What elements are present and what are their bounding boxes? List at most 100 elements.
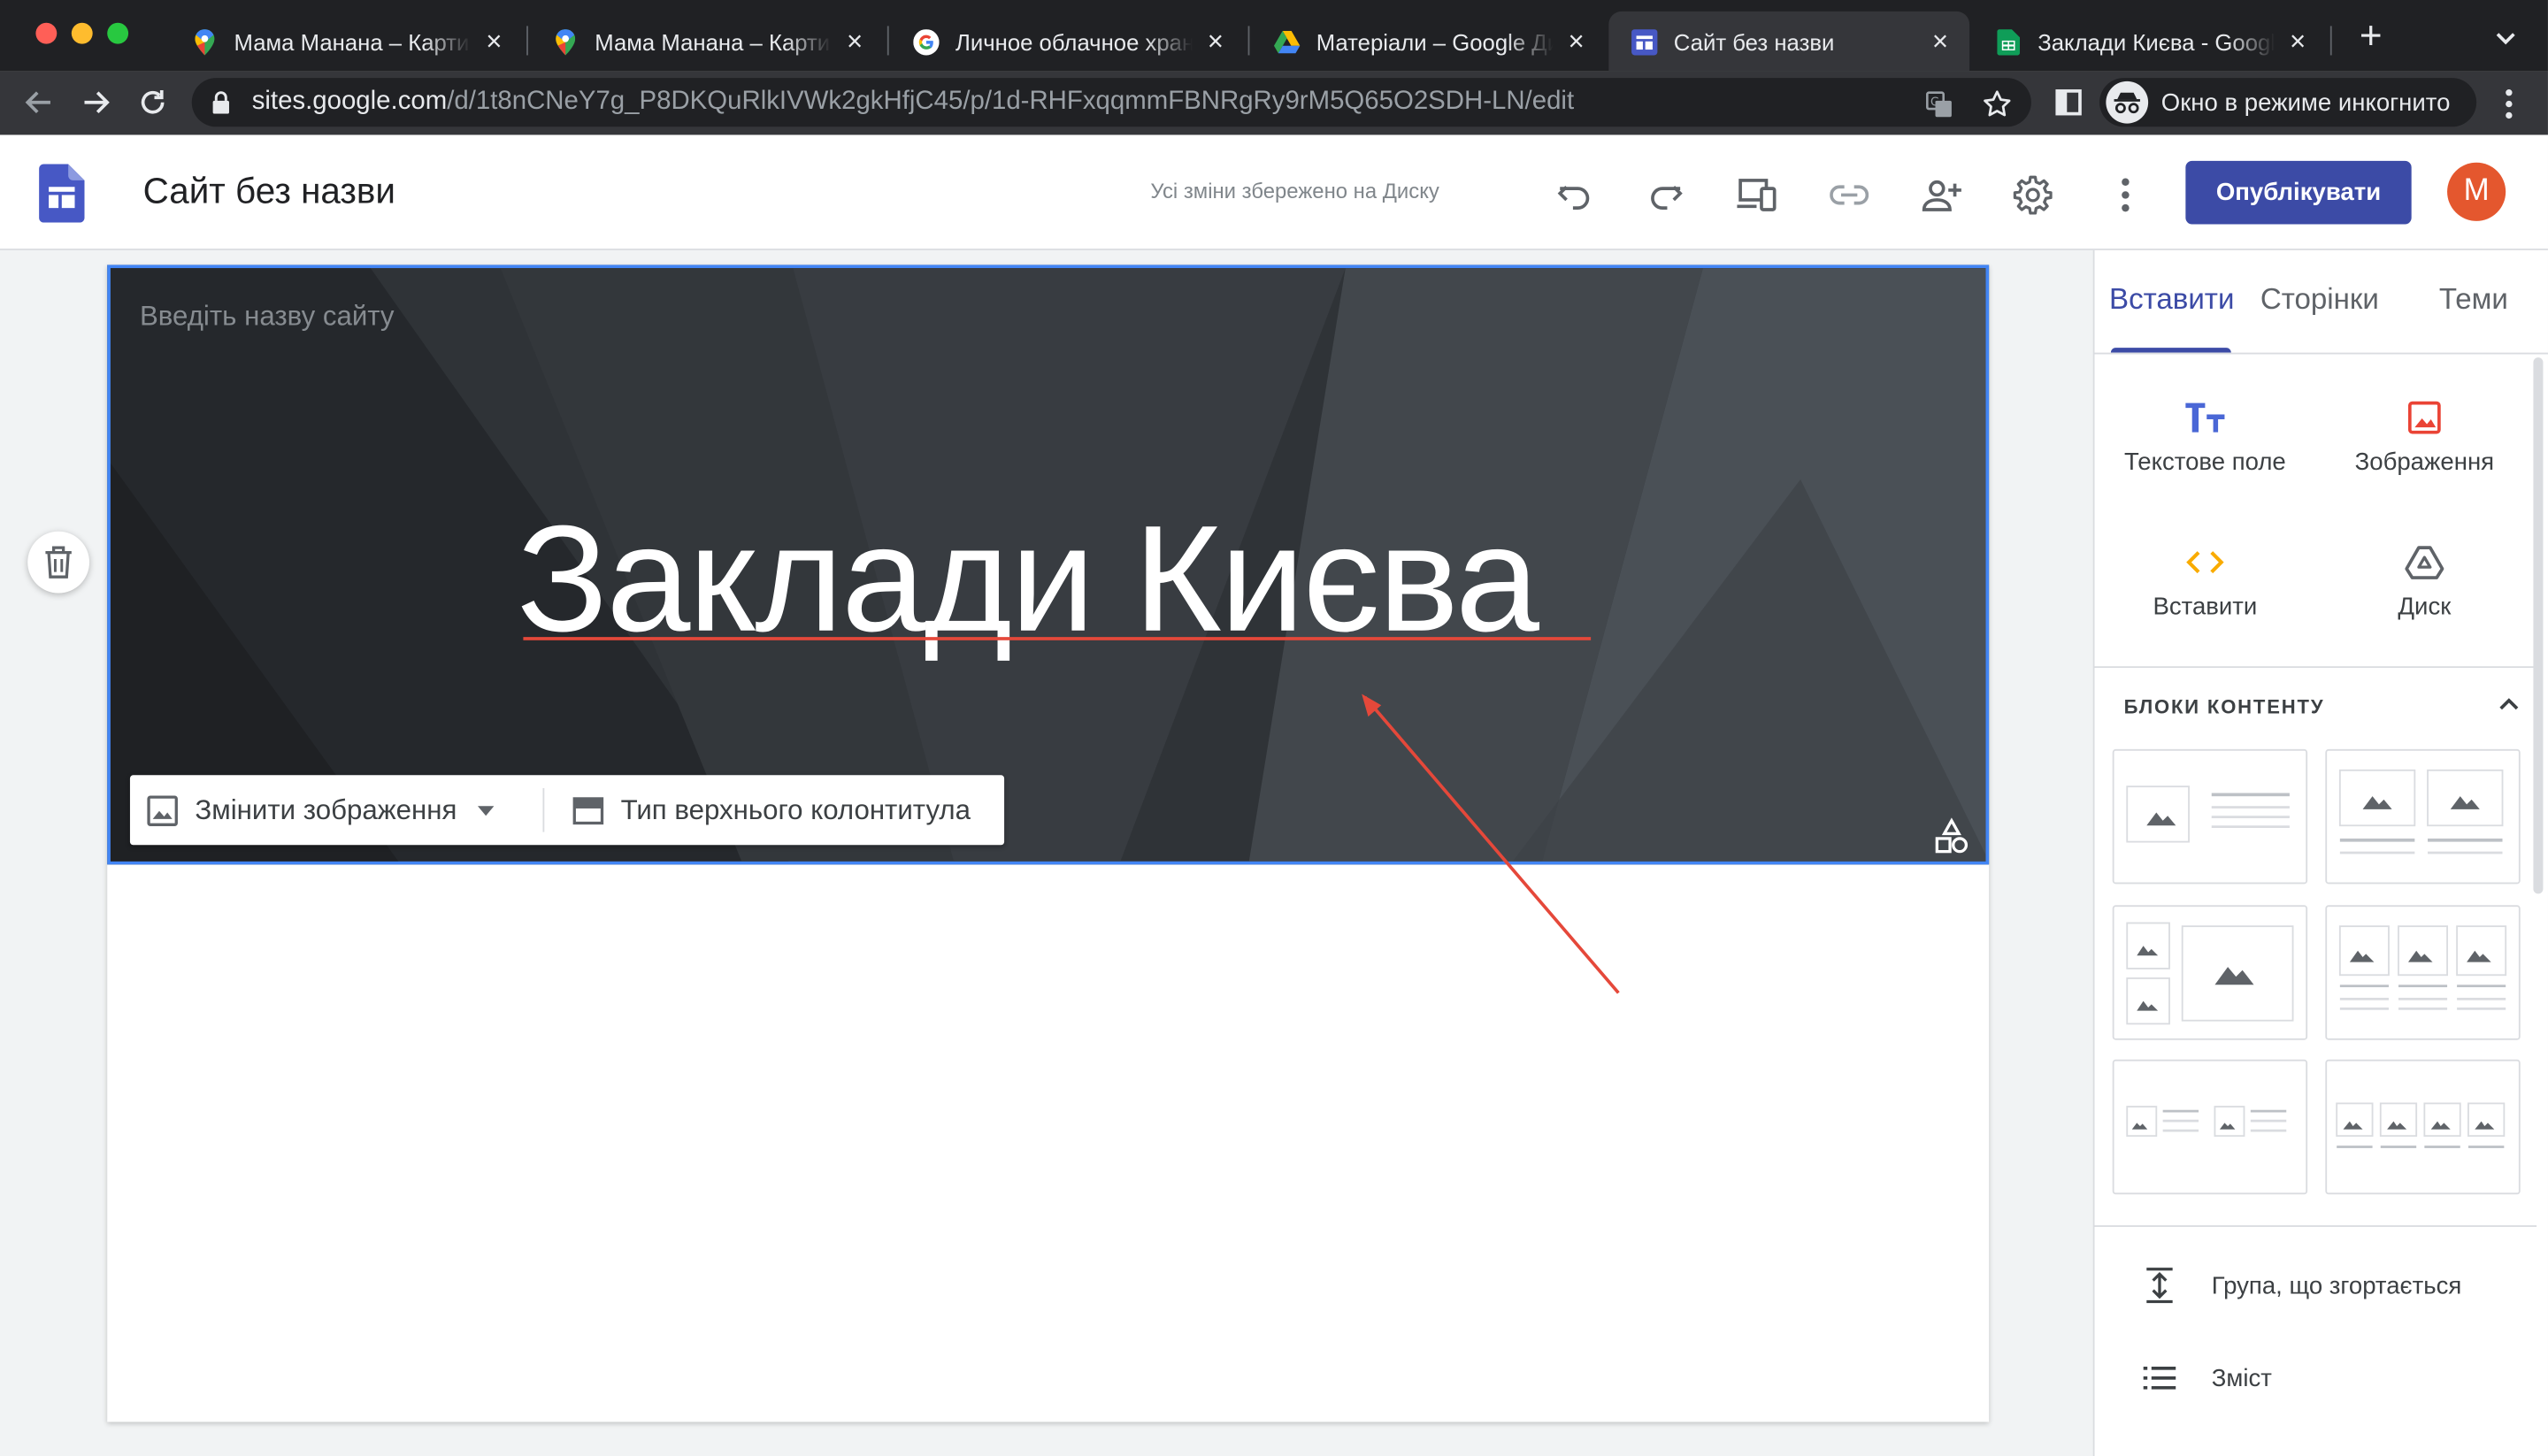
account-avatar[interactable]: M: [2447, 162, 2506, 221]
tab-insert[interactable]: Вставити: [2109, 283, 2234, 318]
translate-icon[interactable]: G: [1924, 89, 1953, 119]
layout-thumbnail-icon: [2126, 1106, 2287, 1138]
google-g-icon: [913, 28, 940, 55]
insert-collapsible-group[interactable]: Група, що згортається: [2144, 1264, 2462, 1307]
google-maps-icon: [552, 28, 578, 55]
google-maps-icon: [192, 28, 218, 55]
spellcheck-underline: [523, 637, 1592, 640]
url-text[interactable]: sites.google.com/d/1t8nCNeY7g_P8DKQuRlkI…: [252, 88, 1574, 117]
document-title[interactable]: Сайт без назви: [143, 171, 395, 213]
embed-code-icon: [2096, 538, 2314, 586]
header-banner[interactable]: Введіть назву сайту Заклади Києва Змінит…: [107, 264, 1990, 865]
section-divider: [2094, 666, 2537, 669]
layout-thumbnail-icon: [2126, 922, 2294, 1025]
tab-close-icon[interactable]: ×: [1202, 27, 1228, 54]
tab-search-chevron-icon[interactable]: [2492, 25, 2518, 50]
browser-menu-icon[interactable]: [2496, 88, 2521, 120]
share-person-add-icon[interactable]: [1921, 174, 1963, 217]
content-block-two-images[interactable]: [2325, 748, 2521, 885]
browser-tab[interactable]: Мама Манана – Карти Google ×: [530, 11, 884, 72]
delete-section-button[interactable]: [27, 531, 90, 594]
url-host: sites.google.com: [251, 88, 448, 116]
layout-thumbnail-icon: [2126, 785, 2290, 843]
browser-tab[interactable]: Матеріали – Google Диск ×: [1251, 11, 1605, 72]
content-block-three-columns[interactable]: [2325, 905, 2521, 1040]
tab-close-icon[interactable]: ×: [1927, 27, 1953, 54]
content-block-image-text[interactable]: [2112, 748, 2308, 885]
layout-thumbnail-icon: [2336, 1102, 2506, 1148]
tab-close-icon[interactable]: ×: [841, 27, 867, 54]
browser-tab[interactable]: Заклади Києва - Google Таблиці ×: [1973, 11, 2327, 72]
insert-drive-label: Диск: [2398, 593, 2452, 621]
chevron-up-icon[interactable]: [2498, 693, 2521, 716]
side-panel-icon[interactable]: [2051, 85, 2086, 120]
undo-icon[interactable]: [1554, 174, 1596, 217]
tab-close-icon[interactable]: ×: [2284, 27, 2310, 54]
svg-text:G: G: [1930, 95, 1938, 108]
shapes-theme-icon[interactable]: [1932, 817, 1971, 856]
tab-separator: [526, 26, 528, 56]
change-image-button[interactable]: Змінити зображення: [146, 775, 495, 845]
browser-tab[interactable]: Мама Манана – Карти Google ×: [169, 11, 523, 72]
window-minimize-button[interactable]: [71, 22, 93, 44]
tab-title: Матеріали – Google Диск: [1316, 28, 1554, 55]
drive-icon: [2315, 538, 2533, 586]
collapsible-group-label: Група, що згортається: [2211, 1271, 2462, 1299]
google-sites-logo-icon[interactable]: [39, 164, 85, 223]
insert-embed[interactable]: Вставити: [2096, 538, 2314, 621]
bookmark-star-icon[interactable]: [1983, 89, 2012, 119]
header-type-label: Тип верхнього колонтитула: [620, 793, 971, 825]
panel-scrollbar[interactable]: [2533, 357, 2544, 894]
browser-toolbar: sites.google.com/d/1t8nCNeY7g_P8DKQuRlkI…: [0, 71, 2548, 135]
insert-image-label: Зображення: [2354, 448, 2495, 477]
header-type-button[interactable]: Тип верхнього колонтитула: [572, 775, 971, 845]
browser-tab-active[interactable]: Сайт без назви ×: [1608, 11, 1970, 72]
window-zoom-button[interactable]: [107, 22, 129, 44]
more-vert-icon[interactable]: [2105, 174, 2147, 217]
address-bar[interactable]: sites.google.com/d/1t8nCNeY7g_P8DKQuRlkI…: [191, 78, 2031, 127]
header-layout-icon: [572, 796, 604, 824]
save-status: Усі зміни збережено на Диску: [1150, 179, 1439, 203]
link-icon[interactable]: [1828, 174, 1870, 217]
tab-close-icon[interactable]: ×: [1563, 27, 1589, 54]
insert-text-box[interactable]: Текстове поле: [2096, 394, 2314, 476]
forward-arrow-icon[interactable]: [78, 85, 113, 120]
table-of-contents-label: Зміст: [2211, 1364, 2272, 1392]
incognito-indicator[interactable]: Окно в режиме инкогнито: [2099, 78, 2477, 127]
content-block-image-text-pairs[interactable]: [2112, 1059, 2308, 1195]
collapsible-group-icon: [2144, 1268, 2176, 1304]
tab-pages[interactable]: Сторінки: [2260, 283, 2379, 318]
insert-image[interactable]: Зображення: [2315, 394, 2533, 477]
site-name-input[interactable]: Введіть назву сайту: [140, 301, 395, 333]
trash-icon: [45, 546, 72, 579]
tab-title: Личное облачное хранилище: [955, 28, 1193, 55]
lock-icon[interactable]: [211, 91, 231, 114]
tab-close-icon[interactable]: ×: [481, 27, 507, 54]
tab-title: Мама Манана – Карти Google: [234, 28, 471, 55]
layout-thumbnail-icon: [2338, 769, 2504, 854]
window-close-button[interactable]: [35, 22, 58, 44]
text-box-icon: [2096, 394, 2314, 442]
annotation-arrow-icon: [1362, 694, 1620, 994]
settings-gear-icon[interactable]: [2012, 174, 2054, 217]
insert-table-of-contents[interactable]: Зміст: [2143, 1357, 2272, 1399]
insert-drive[interactable]: Диск: [2315, 538, 2533, 621]
tab-separator: [886, 26, 889, 56]
content-block-image-grid[interactable]: [2112, 905, 2308, 1040]
tab-title: Сайт без назви: [1673, 28, 1835, 55]
browser-tab[interactable]: Личное облачное хранилище ×: [891, 11, 1245, 72]
tab-themes[interactable]: Теми: [2439, 283, 2508, 318]
back-arrow-icon[interactable]: [21, 85, 57, 120]
incognito-label: Окно в режиме инкогнито: [2160, 88, 2451, 117]
screen: Мама Манана – Карти Google × Мама Манана…: [0, 0, 2548, 1456]
content-block-four-columns[interactable]: [2325, 1059, 2521, 1195]
dropdown-arrow-icon: [478, 805, 495, 816]
section-divider: [2094, 1225, 2537, 1228]
tab-separator: [1247, 26, 1250, 56]
reload-icon[interactable]: [134, 85, 170, 120]
redo-icon[interactable]: [1645, 174, 1687, 217]
preview-devices-icon[interactable]: [1736, 174, 1778, 217]
new-tab-button[interactable]: +: [2353, 17, 2389, 56]
google-sheets-icon: [1995, 28, 2021, 55]
publish-button[interactable]: Опублікувати: [2185, 160, 2412, 225]
